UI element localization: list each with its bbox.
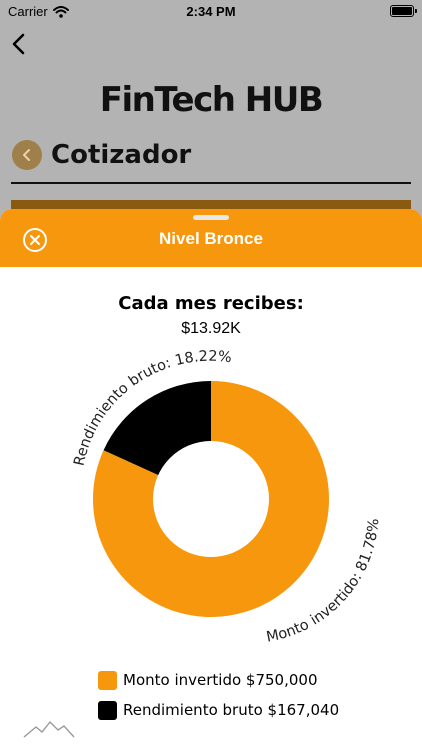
bottom-sheet: Nivel Bronce Cada mes recibes: $13.92K M… — [0, 209, 422, 750]
clock: 2:34 PM — [186, 4, 236, 19]
sheet-header: Nivel Bronce — [0, 209, 422, 267]
legend-item-rendimiento: Rendimiento bruto $167,040 — [98, 695, 339, 725]
title-divider — [11, 182, 411, 184]
legend-swatch-rendimiento — [98, 700, 117, 720]
title-back-button[interactable] — [12, 140, 42, 170]
legend-label-monto: Monto invertido $750,000 — [123, 671, 318, 689]
legend-label-rendimiento: Rendimiento bruto $167,040 — [123, 701, 340, 719]
donut-hole — [153, 441, 269, 557]
battery-icon — [390, 5, 417, 17]
donut-chart: Monto invertido: 81.78% Rendimiento brut… — [72, 349, 383, 646]
monthly-label: Cada mes recibes: — [118, 293, 304, 314]
legend-swatch-monto — [98, 670, 117, 690]
monthly-value: $13.92K — [181, 320, 241, 337]
sheet-title: Nivel Bronce — [159, 229, 263, 248]
page-title: Cotizador — [51, 140, 192, 170]
chevron-left-icon — [23, 149, 30, 161]
page-title-row: Cotizador — [12, 140, 191, 170]
fintech-hub-logo: FinTech HUB — [99, 80, 324, 120]
legend-item-monto: Monto invertido $750,000 — [98, 665, 339, 695]
chart-legend: Monto invertido $750,000 Rendimiento bru… — [98, 665, 339, 725]
chevron-left-icon[interactable] — [8, 32, 32, 56]
sheet-grabber[interactable] — [193, 215, 229, 220]
mountain-logo-icon — [23, 720, 75, 738]
status-bar: Carrier 2:34 PM — [0, 0, 422, 22]
